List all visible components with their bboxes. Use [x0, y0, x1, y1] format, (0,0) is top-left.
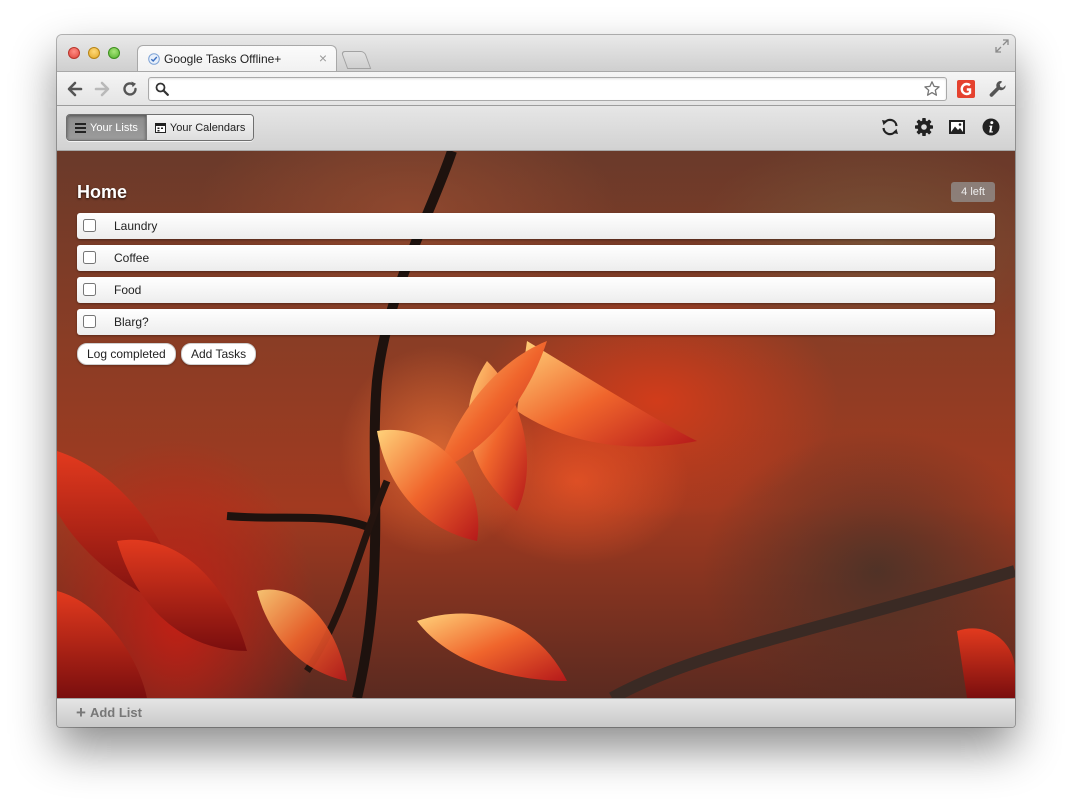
info-icon[interactable]	[981, 117, 1001, 137]
address-input[interactable]	[173, 80, 917, 100]
task-checkbox[interactable]	[83, 283, 96, 296]
your-lists-label: Your Lists	[90, 121, 138, 134]
tab-strip: Google Tasks Offline+ ×	[57, 35, 1015, 72]
new-tab-button[interactable]	[340, 51, 372, 69]
task-item[interactable]: Blarg?	[77, 309, 995, 335]
app-header: Your Lists Your Calendars	[57, 106, 1015, 151]
task-item[interactable]: Laundry	[77, 213, 995, 239]
extension-icon[interactable]	[956, 79, 976, 99]
wrench-icon[interactable]	[988, 79, 1008, 99]
task-label: Laundry	[114, 219, 158, 233]
plus-icon: +	[76, 703, 86, 722]
task-label: Food	[114, 283, 142, 297]
task-checkbox[interactable]	[83, 315, 96, 328]
add-tasks-button[interactable]: Add Tasks	[181, 343, 257, 365]
window-close-button[interactable]	[68, 47, 80, 59]
task-label: Coffee	[114, 251, 150, 265]
view-switcher: Your Lists Your Calendars	[66, 114, 255, 141]
settings-gear-icon[interactable]	[914, 117, 934, 137]
search-icon	[155, 82, 169, 96]
tasks-favicon-icon	[148, 53, 160, 65]
forward-icon[interactable]	[92, 79, 112, 99]
browser-window: Google Tasks Offline+ × Your Lists Your …	[57, 35, 1015, 727]
add-list-label: Add List	[89, 705, 142, 720]
tab-title: Google Tasks Offline+	[164, 52, 282, 66]
task-checkbox[interactable]	[83, 251, 96, 264]
bookmark-star-icon[interactable]	[923, 80, 941, 98]
browser-tab[interactable]: Google Tasks Offline+ ×	[137, 45, 337, 72]
reload-icon[interactable]	[120, 79, 140, 99]
tab-close-icon[interactable]: ×	[319, 50, 327, 66]
task-label: Blarg?	[114, 315, 149, 329]
window-minimize-button[interactable]	[88, 47, 100, 59]
log-completed-button[interactable]: Log completed	[77, 343, 176, 365]
sync-icon[interactable]	[880, 117, 900, 137]
task-item[interactable]: Food	[77, 277, 995, 303]
task-item[interactable]: Coffee	[77, 245, 995, 271]
fullscreen-icon[interactable]	[995, 39, 1009, 53]
calendar-icon	[154, 123, 166, 133]
back-icon[interactable]	[65, 79, 85, 99]
background-image-icon[interactable]	[947, 117, 967, 137]
task-checkbox[interactable]	[83, 219, 96, 232]
your-calendars-button[interactable]: Your Calendars	[145, 115, 254, 140]
omnibox[interactable]	[148, 77, 947, 101]
window-zoom-button[interactable]	[108, 47, 120, 59]
your-lists-button[interactable]: Your Lists	[67, 115, 146, 140]
list-view: Home 4 left Laundry Coffee Food Blarg? L…	[57, 151, 1015, 698]
your-calendars-label: Your Calendars	[169, 121, 246, 134]
add-list-button[interactable]: + Add List	[76, 704, 142, 721]
menu-lines-icon	[75, 122, 86, 133]
list-title: Home	[77, 182, 128, 202]
browser-toolbar	[57, 71, 1015, 106]
tasks-left-badge: 4 left	[951, 182, 995, 202]
footer-bar: + Add List	[57, 698, 1015, 727]
